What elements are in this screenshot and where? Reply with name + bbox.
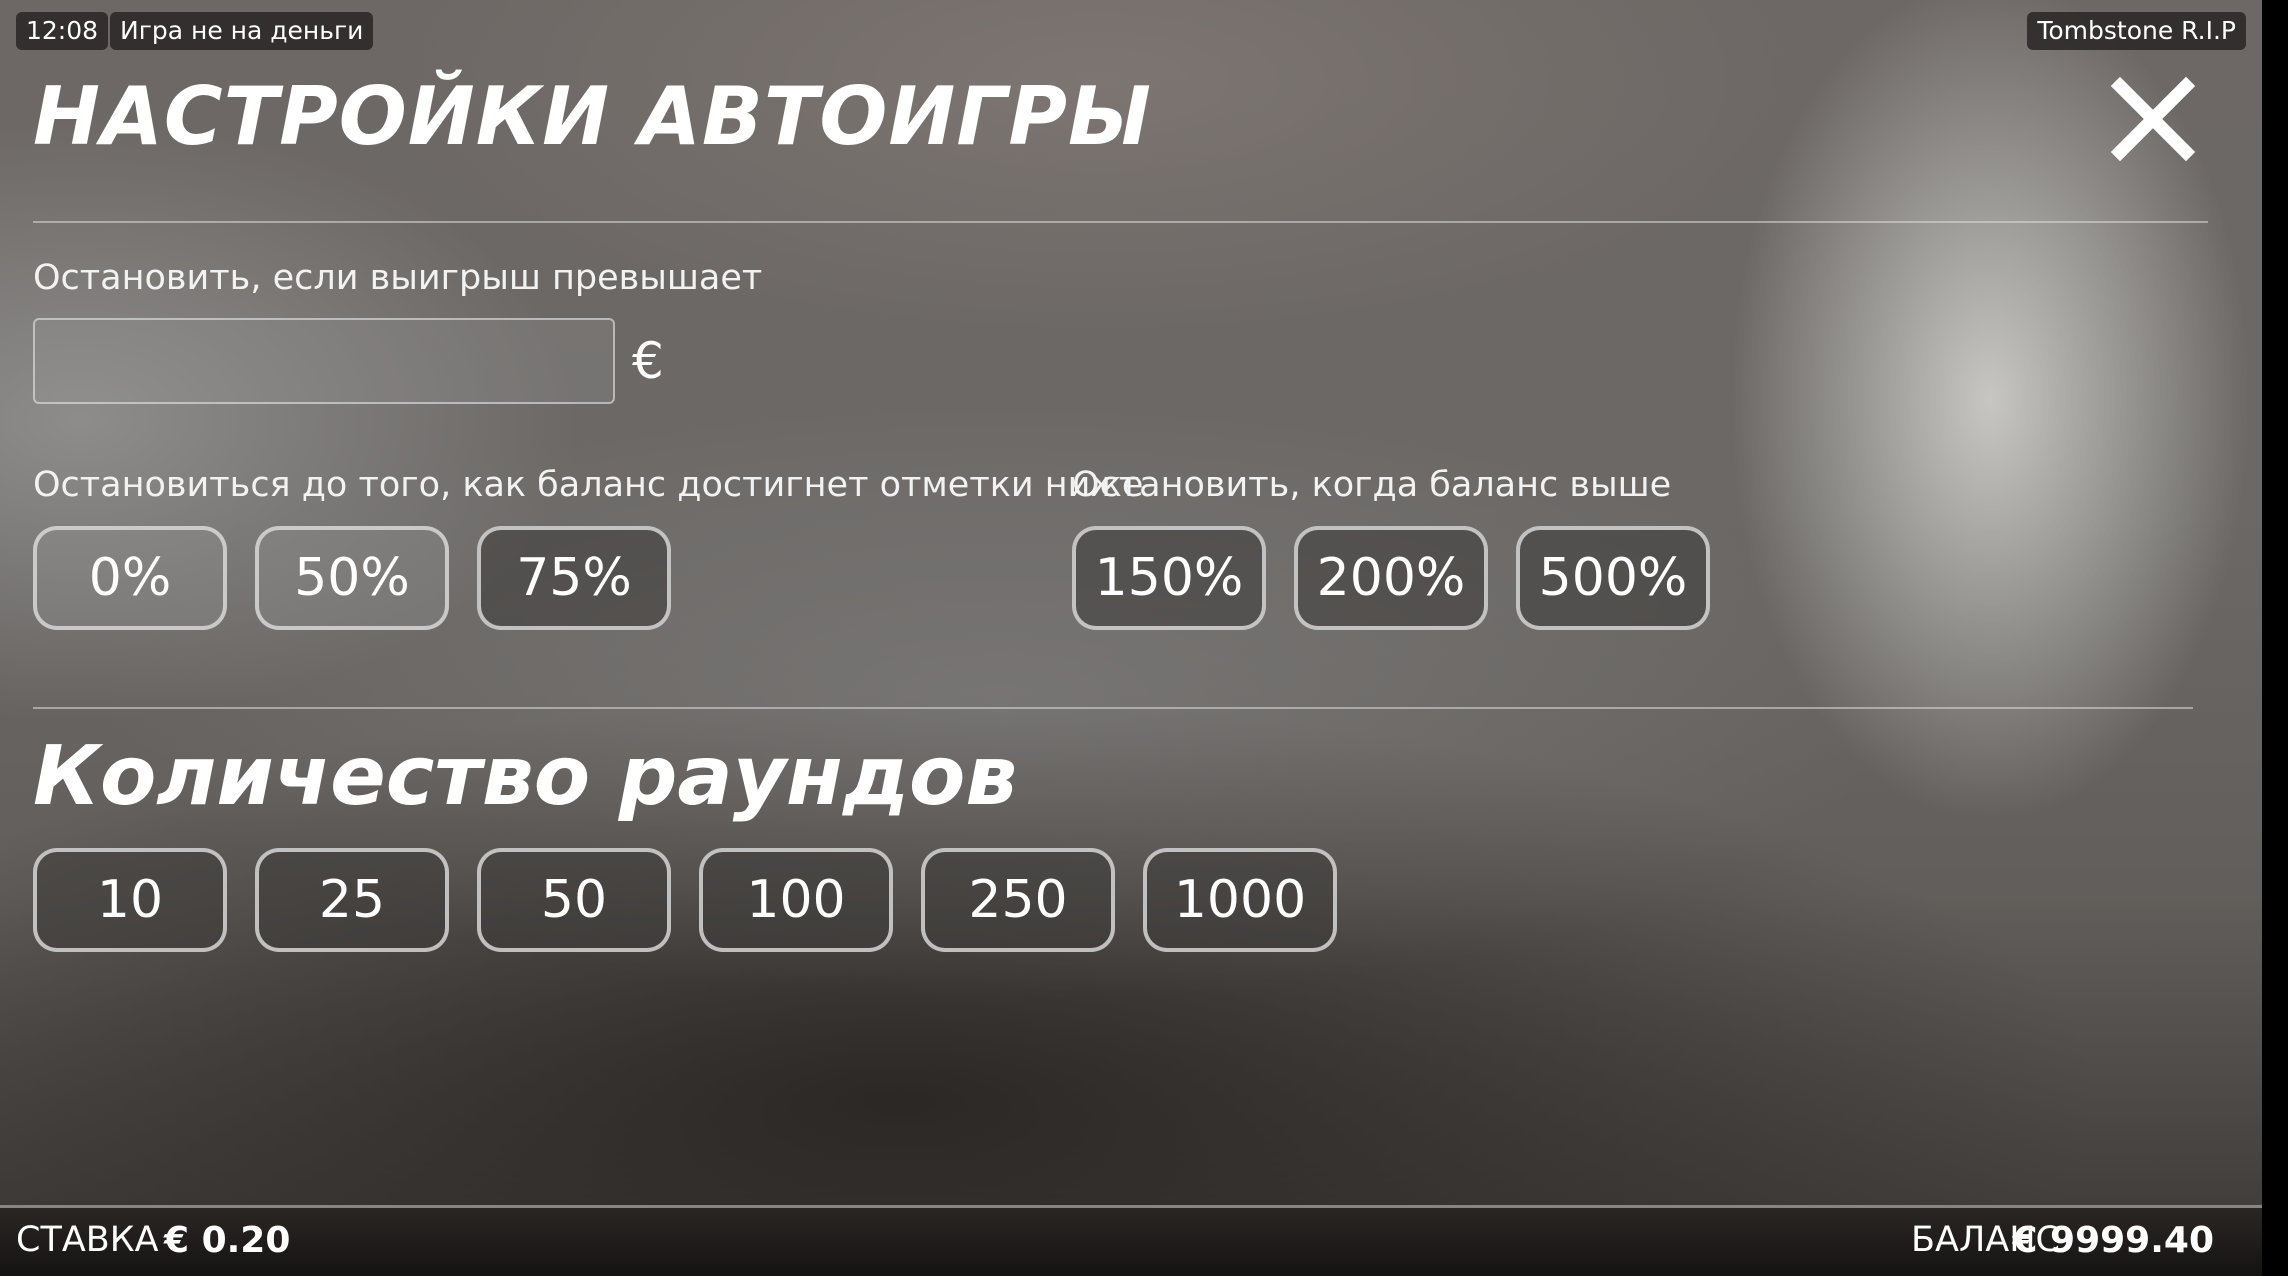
loss-limit-option[interactable]: 0% — [33, 526, 227, 630]
rounds-title: Количество раундов — [33, 729, 1018, 824]
play-mode-badge: Игра не на деньги — [110, 12, 374, 50]
bet-value: € 0.20 — [164, 1220, 291, 1261]
gain-limit-label: Остановить, когда баланс выше — [1072, 465, 1672, 505]
footer-bar: СТАВКА € 0.20 БАЛАНС € 9999.40 — [0, 1205, 2262, 1276]
close-icon[interactable] — [2110, 76, 2196, 162]
balance-value: € 9999.40 — [2012, 1220, 2214, 1261]
rounds-options: 10 25 50 100 250 1000 — [33, 848, 1337, 952]
gain-limit-option[interactable]: 150% — [1072, 526, 1266, 630]
loss-limit-option[interactable]: 75% — [477, 526, 671, 630]
loss-limit-label: Остановиться до того, как баланс достигн… — [33, 465, 1144, 505]
gain-limit-option[interactable]: 200% — [1294, 526, 1488, 630]
currency-symbol: € — [632, 332, 664, 390]
gain-limit-options: 150% 200% 500% — [1072, 526, 1710, 630]
rounds-option[interactable]: 10 — [33, 848, 227, 952]
rounds-option[interactable]: 1000 — [1143, 848, 1337, 952]
loss-limit-option[interactable]: 50% — [255, 526, 449, 630]
rounds-option[interactable]: 100 — [699, 848, 893, 952]
win-limit-input[interactable] — [33, 318, 615, 404]
rounds-option[interactable]: 250 — [921, 848, 1115, 952]
gain-limit-option[interactable]: 500% — [1516, 526, 1710, 630]
loss-limit-options: 0% 50% 75% — [33, 526, 671, 630]
bet-label: СТАВКА — [16, 1220, 159, 1260]
right-edge-strip — [2262, 0, 2288, 1276]
header-divider — [33, 221, 2208, 223]
game-name-badge: Tombstone R.I.P — [2027, 12, 2246, 50]
win-limit-label: Остановить, если выигрыш превышает — [33, 258, 763, 298]
clock: 12:08 — [16, 12, 109, 50]
rounds-option[interactable]: 25 — [255, 848, 449, 952]
page-title: НАСТРОЙКИ АВТОИГРЫ — [33, 70, 1152, 163]
rounds-option[interactable]: 50 — [477, 848, 671, 952]
section-divider — [33, 707, 2193, 709]
